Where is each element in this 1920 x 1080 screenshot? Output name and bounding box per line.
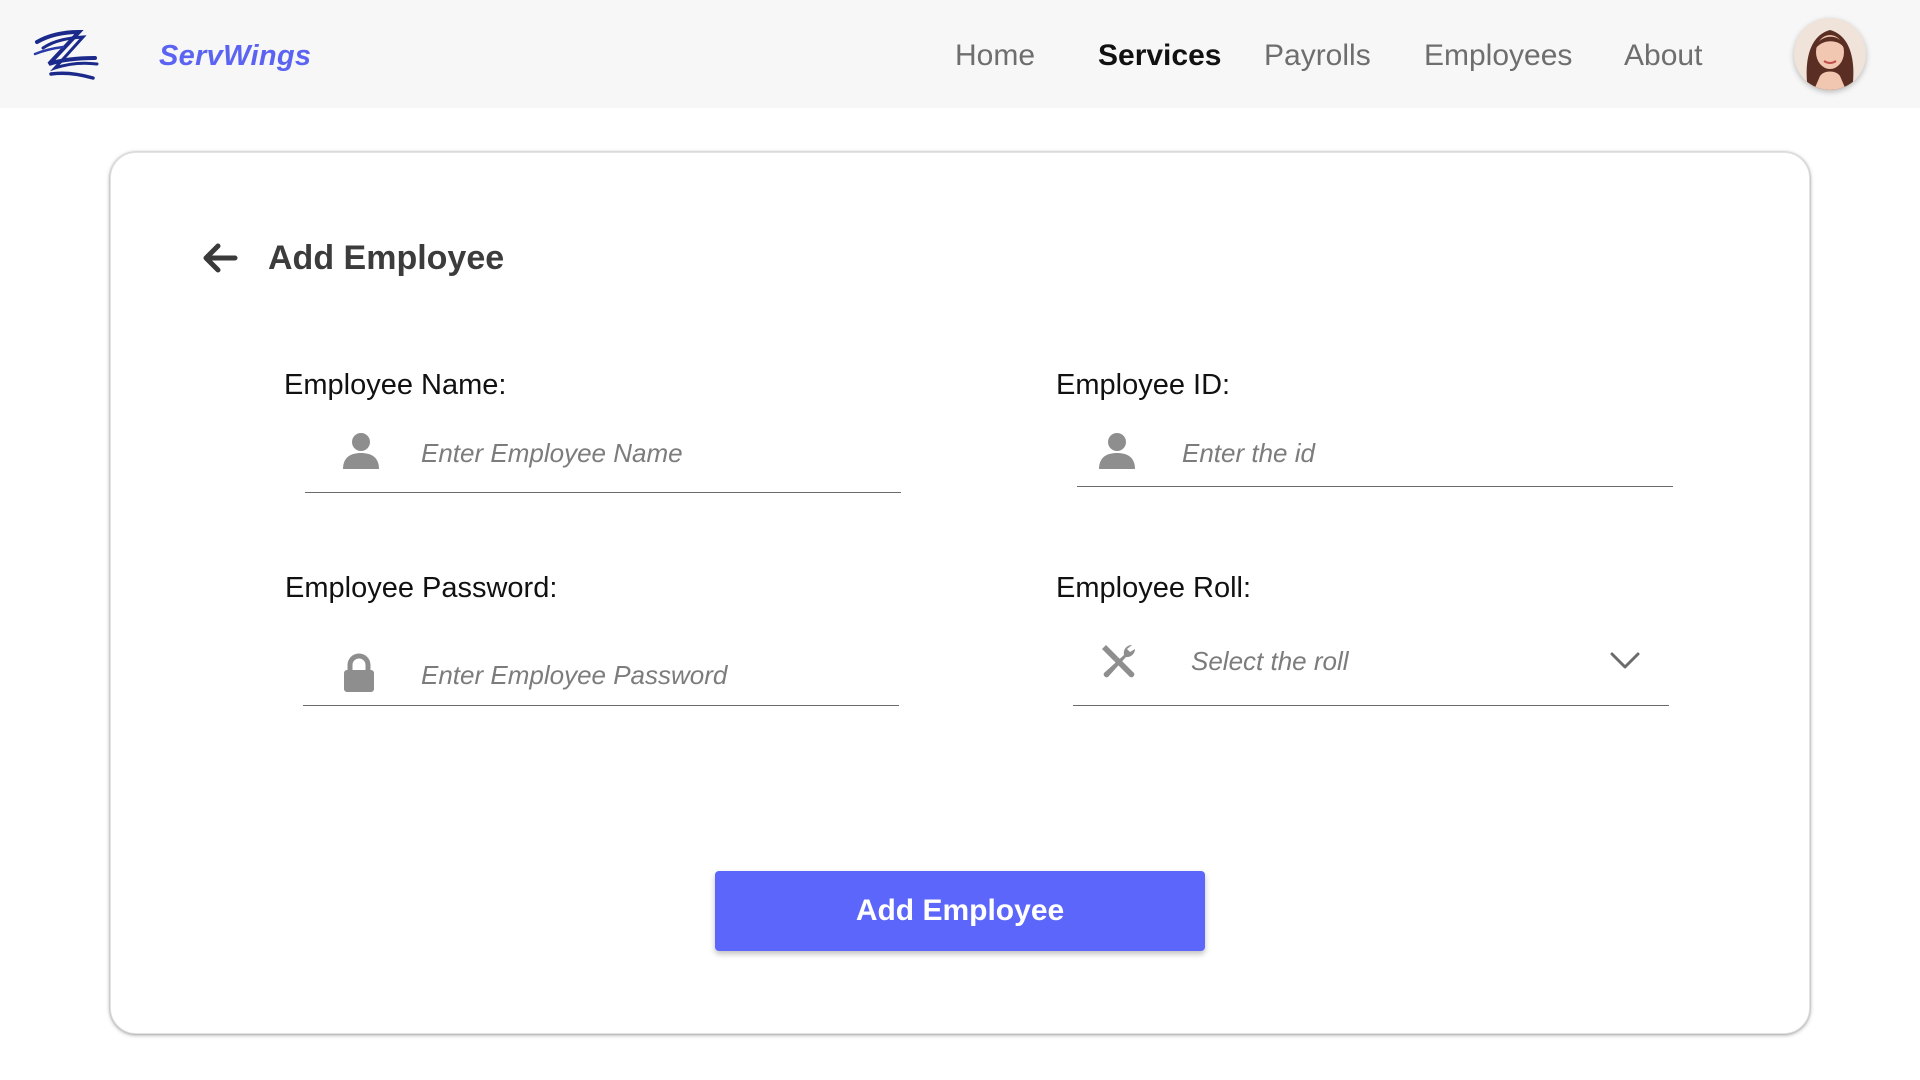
main-nav: Home Services Payrolls Employees About bbox=[0, 0, 1920, 108]
employee-password-label: Employee Password: bbox=[285, 572, 558, 604]
nav-about[interactable]: About bbox=[1624, 36, 1702, 76]
profile-photo-icon bbox=[1794, 18, 1866, 90]
chevron-down-icon[interactable] bbox=[1608, 643, 1642, 677]
employee-password-underline bbox=[303, 705, 899, 706]
add-employee-card: Add Employee Employee Name: Employee ID:… bbox=[110, 152, 1810, 1034]
user-avatar[interactable] bbox=[1794, 18, 1866, 90]
lock-icon bbox=[344, 653, 374, 692]
nav-payrolls[interactable]: Payrolls bbox=[1264, 36, 1371, 76]
nav-home[interactable]: Home bbox=[955, 36, 1035, 76]
employee-password-input[interactable] bbox=[421, 653, 891, 697]
employee-id-underline bbox=[1077, 486, 1673, 487]
employee-name-label: Employee Name: bbox=[284, 369, 507, 401]
employee-roll-label: Employee Roll: bbox=[1056, 572, 1252, 604]
user-icon bbox=[1099, 433, 1135, 469]
employee-id-label: Employee ID: bbox=[1056, 369, 1231, 401]
back-arrow-icon[interactable] bbox=[197, 235, 243, 281]
user-icon bbox=[343, 433, 379, 469]
add-employee-button[interactable]: Add Employee bbox=[715, 871, 1205, 951]
nav-services[interactable]: Services bbox=[1098, 36, 1221, 76]
page-title: Add Employee bbox=[268, 239, 505, 277]
employee-roll-select[interactable]: Select the roll bbox=[1191, 639, 1349, 683]
top-navbar: ServWings Home Services Payrolls Employe… bbox=[0, 0, 1920, 108]
employee-name-input[interactable] bbox=[421, 431, 891, 475]
employee-name-underline bbox=[305, 492, 901, 493]
employee-id-input[interactable] bbox=[1182, 431, 1672, 475]
employee-roll-underline bbox=[1073, 705, 1669, 706]
tools-icon bbox=[1102, 644, 1136, 678]
nav-employees[interactable]: Employees bbox=[1424, 36, 1572, 76]
